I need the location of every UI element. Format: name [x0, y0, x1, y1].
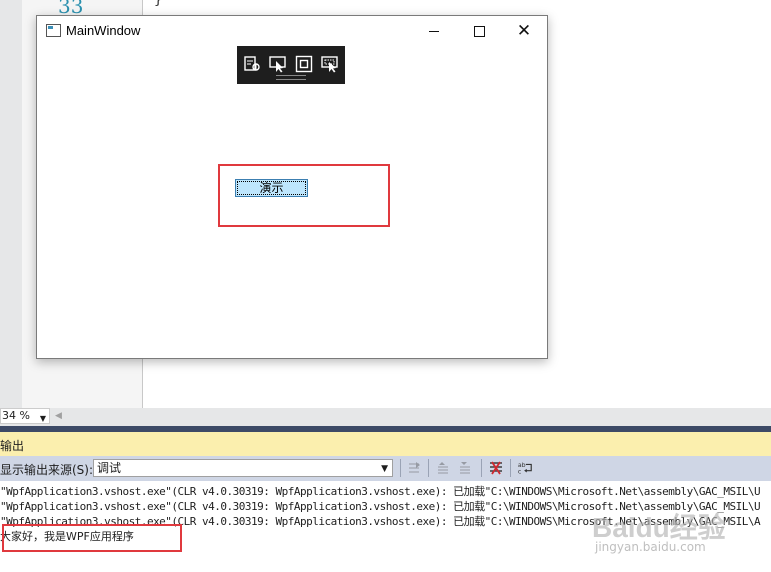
editor-gutter [0, 0, 22, 408]
output-line: "WpfApplication3.vshost.exe"(CLR v4.0.30… [0, 485, 761, 498]
minimize-button[interactable] [411, 16, 457, 46]
toolbar-separator [428, 459, 429, 477]
zoom-bar: 34 % ▼ ◀ [0, 408, 771, 426]
clear-all-icon[interactable] [488, 460, 504, 476]
output-panel-header[interactable]: 输出 [0, 432, 771, 456]
toolbar-separator [481, 459, 482, 477]
output-source-value: 调试 [97, 461, 122, 475]
highlight-box-output [2, 524, 182, 552]
code-fragment: } [154, 0, 163, 8]
word-wrap-icon[interactable]: ab c [517, 460, 533, 476]
close-button[interactable]: ✕ [501, 16, 547, 46]
zoom-value: 34 % [2, 409, 30, 422]
scroll-left-icon[interactable]: ◀ [55, 411, 62, 421]
app-icon [46, 24, 61, 37]
zoom-dropdown[interactable]: 34 % ▼ [0, 408, 50, 424]
maximize-icon [473, 25, 485, 37]
svg-text:c: c [518, 468, 522, 475]
output-source-dropdown[interactable]: 调试 ▼ [93, 459, 393, 477]
close-icon: ✕ [516, 20, 532, 41]
watermark-url: jingyan.baidu.com [595, 540, 706, 554]
previous-message-icon[interactable] [435, 460, 451, 476]
window-titlebar[interactable]: MainWindow ✕ [37, 16, 547, 46]
wpf-debug-toolbar [237, 46, 345, 84]
minimize-icon [429, 30, 439, 32]
toolbar-separator [510, 459, 511, 477]
output-source-label: 显示输出来源(S): [0, 463, 94, 477]
display-layout-adorners-icon[interactable] [294, 54, 314, 74]
live-visual-tree-icon[interactable] [242, 54, 262, 74]
chevron-down-icon: ▼ [39, 414, 46, 423]
output-panel-title: 输出 [0, 439, 25, 453]
toolbar-separator [400, 459, 401, 477]
toolbar-grip[interactable] [276, 75, 306, 80]
track-focus-icon[interactable] [320, 54, 340, 74]
next-message-icon[interactable] [457, 460, 473, 476]
find-message-in-code-icon[interactable] [406, 460, 422, 476]
window-title: MainWindow [66, 23, 141, 38]
chevron-down-icon: ▼ [381, 464, 388, 474]
select-element-icon[interactable] [268, 54, 288, 74]
highlight-box-button [218, 164, 390, 227]
maximize-button[interactable] [456, 16, 502, 46]
output-toolbar: 显示输出来源(S): 调试 ▼ ab c [0, 456, 771, 481]
